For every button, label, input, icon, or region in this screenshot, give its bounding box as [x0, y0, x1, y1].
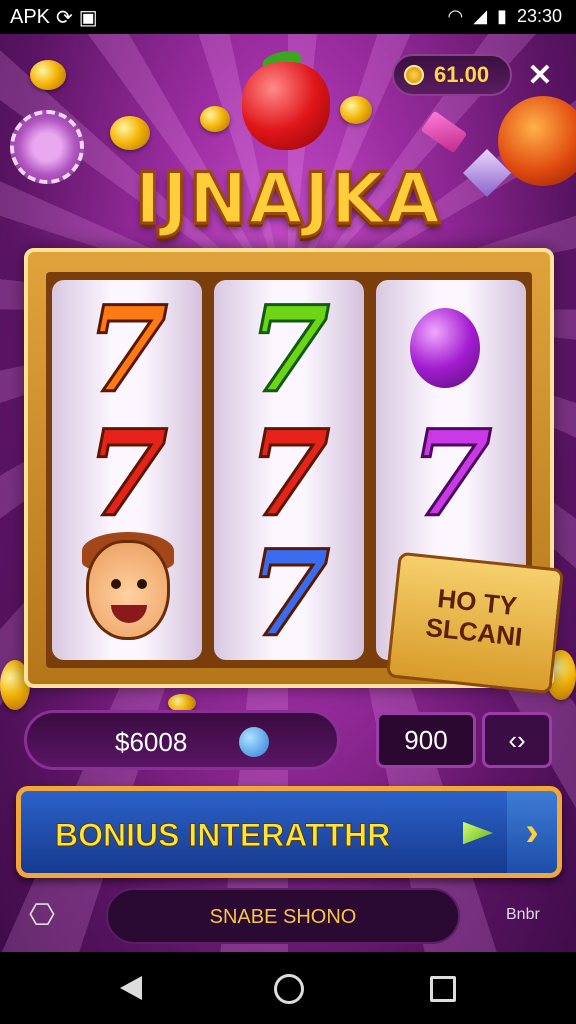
reel-2: 7 7 7: [214, 280, 364, 660]
seven-symbol: 7: [246, 280, 331, 419]
coin-balance-value: 61.00: [434, 62, 490, 87]
share-icon[interactable]: ⎔: [22, 896, 62, 936]
battery-icon: ▮: [497, 6, 507, 26]
seven-symbol: 7: [246, 404, 331, 543]
close-icon: ✕: [527, 59, 553, 92]
coin-icon: [30, 60, 66, 90]
scroll-banner: HO TY SLCANI: [385, 551, 565, 695]
eye: [111, 579, 121, 589]
carrier-label: APK: [10, 6, 51, 28]
coin-icon: [340, 96, 372, 124]
status-left: APK ⟳ ▣: [10, 5, 98, 30]
status-bar: APK ⟳ ▣ ◠ ◢ ▮ 23:30: [0, 0, 576, 34]
seven-symbol: 7: [408, 404, 493, 543]
corner-label[interactable]: Bnbr: [506, 906, 540, 924]
seven-symbol: 7: [84, 404, 169, 543]
banner-text: HO TY SLCANI: [424, 583, 524, 652]
sync-icon: ⟳: [56, 7, 73, 29]
coin-icon: [200, 106, 230, 132]
coin-icon: [110, 116, 150, 150]
clock: 23:30: [516, 6, 562, 26]
back-icon[interactable]: [120, 976, 142, 1000]
character-face-symbol: [86, 540, 170, 640]
game-title: IJNAJKA: [133, 157, 442, 242]
signal-icon: ◢: [473, 6, 488, 26]
bonus-button-label: BONIUS INTERATTHR: [54, 817, 391, 854]
plum-symbol: [410, 308, 480, 388]
apple-icon: [242, 62, 330, 150]
navigation-bar: [0, 952, 576, 1024]
balance-value: $6008: [115, 727, 188, 757]
mouth: [111, 605, 147, 623]
chevron-right-icon[interactable]: ›: [507, 791, 557, 873]
balance-pill[interactable]: $6008: [24, 710, 340, 770]
close-button[interactable]: ✕: [520, 56, 560, 96]
seven-symbol: 7: [84, 280, 169, 419]
coin-balance-pill[interactable]: 61.00: [392, 54, 512, 96]
bet-adjust-button[interactable]: ‹›: [482, 712, 552, 768]
status-right: ◠ ◢ ▮ 23:30: [447, 6, 562, 27]
game-screen: APK ⟳ ▣ ◠ ◢ ▮ 23:30 61.00 ✕ IJNAJKA 7 7 …: [0, 0, 576, 1024]
image-icon: ▣: [78, 7, 98, 29]
recent-apps-icon[interactable]: [430, 976, 456, 1002]
eye: [137, 579, 147, 589]
reel-1: 7 7: [52, 280, 202, 660]
casino-chip-icon: [10, 110, 84, 184]
add-funds-icon[interactable]: [239, 727, 269, 757]
gem-icon: [463, 821, 493, 845]
bet-amount[interactable]: 900: [376, 712, 476, 768]
seven-symbol: 7: [246, 524, 331, 663]
home-icon[interactable]: [274, 974, 304, 1004]
share-button[interactable]: SNABE SHONO: [106, 888, 460, 944]
share-button-label: SNABE SHONO: [209, 906, 357, 928]
bonus-button[interactable]: BONIUS INTERATTHR ›: [16, 786, 562, 878]
wifi-icon: ◠: [447, 6, 464, 26]
coin-icon: [404, 65, 424, 85]
